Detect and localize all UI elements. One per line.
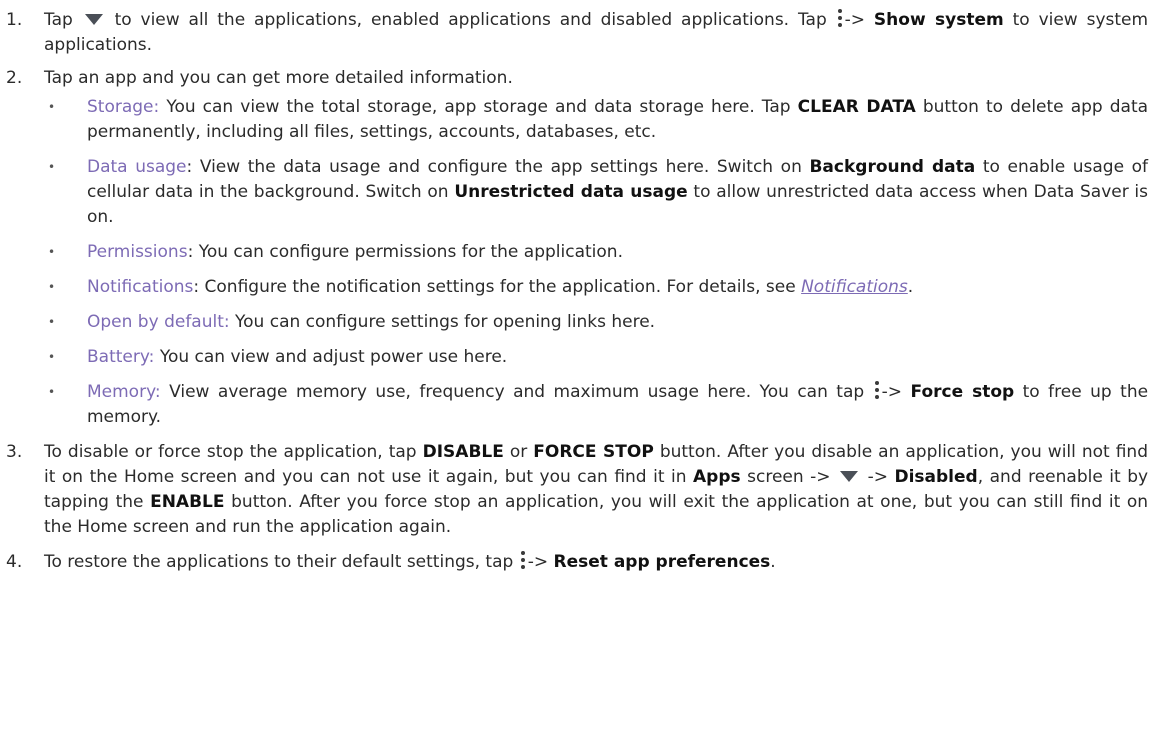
bold-term: CLEAR DATA [797,97,916,117]
item-text: View average memory use, frequency and m… [169,382,865,402]
more-vert-icon [874,381,880,400]
step-text: To disable or force stop the application… [44,442,417,462]
arrow-text: -> [527,552,549,572]
bullet-dot: • [48,280,56,294]
bold-term: Background data [809,157,976,177]
item-text: . [907,277,914,297]
item-text: You can view and adjust power use here. [159,347,508,367]
dropdown-triangle-icon [84,13,103,25]
bold-term: Apps [693,467,741,487]
step-number: 3. [6,442,23,462]
arrow-text: -> [881,382,903,402]
bullet-dot: • [48,245,56,259]
step-text: or [509,442,528,462]
item-text: You can configure settings for opening l… [235,312,656,332]
step-4: 4. To restore the applications to their … [0,550,1158,575]
bullet-dot: • [48,100,56,114]
term-label: Permissions [87,242,188,262]
step-text: to view all the applications, enabled ap… [114,10,827,30]
step-text: To restore the applications to their def… [44,552,514,572]
bold-term: Show system [873,10,1004,30]
dropdown-triangle-icon [840,470,859,482]
step-2: 2. Tap an app and you can get more detai… [0,66,1158,430]
term-label: Data usage [87,157,187,177]
detail-list: • Storage: You can view the total storag… [44,95,1148,430]
bold-term: Disabled [894,467,978,487]
term-label: Storage: [87,97,160,117]
step-3: 3. To disable or force stop the applicat… [0,440,1158,540]
bullet-dot: • [48,350,56,364]
step-1: 1. Tap to view all the applications, ena… [0,8,1158,58]
notifications-link[interactable]: Notifications [801,277,908,297]
term-label: Memory: [87,382,161,402]
term-label: Notifications [87,277,194,297]
term-label: Open by default: [87,312,230,332]
document: 1. Tap to view all the applications, ena… [0,0,1158,575]
step-text: Tap an app and you can get more detailed… [44,68,513,88]
list-item-permissions: • Permissions: You can configure permiss… [44,240,1148,265]
arrow-text: -> [844,10,866,30]
list-item-battery: • Battery: You can view and adjust power… [44,345,1148,370]
bullet-dot: • [48,160,56,174]
step-number: 1. [6,10,23,30]
arrow-text: -> [867,467,888,487]
step-text: screen -> [747,467,831,487]
more-vert-icon [520,551,526,570]
step-number: 4. [6,552,23,572]
item-text: You can view the total storage, app stor… [166,97,791,117]
more-vert-icon [837,9,843,28]
bold-term: FORCE STOP [533,442,654,462]
list-item-memory: • Memory: View average memory use, frequ… [44,380,1148,430]
bold-term: DISABLE [422,442,504,462]
bold-term: Force stop [910,382,1015,402]
term-label: Battery: [87,347,155,367]
step-text: Tap [44,10,73,30]
list-item-open-by-default: • Open by default: You can configure set… [44,310,1148,335]
bold-term: Reset app preferences [553,552,771,572]
item-text: : You can configure permissions for the … [187,242,623,262]
list-item-storage: • Storage: You can view the total storag… [44,95,1148,145]
bullet-dot: • [48,315,56,329]
bold-term: Unrestricted data usage [454,182,688,202]
step-text: . [770,552,776,572]
bullet-dot: • [48,385,56,399]
list-item-notifications: • Notifications: Configure the notificat… [44,275,1148,300]
bold-term: ENABLE [150,492,225,512]
step-number: 2. [6,68,23,88]
item-text: : Configure the notification settings fo… [193,277,796,297]
list-item-data-usage: • Data usage: View the data usage and co… [44,155,1148,230]
item-text: : View the data usage and configure the … [186,157,802,177]
